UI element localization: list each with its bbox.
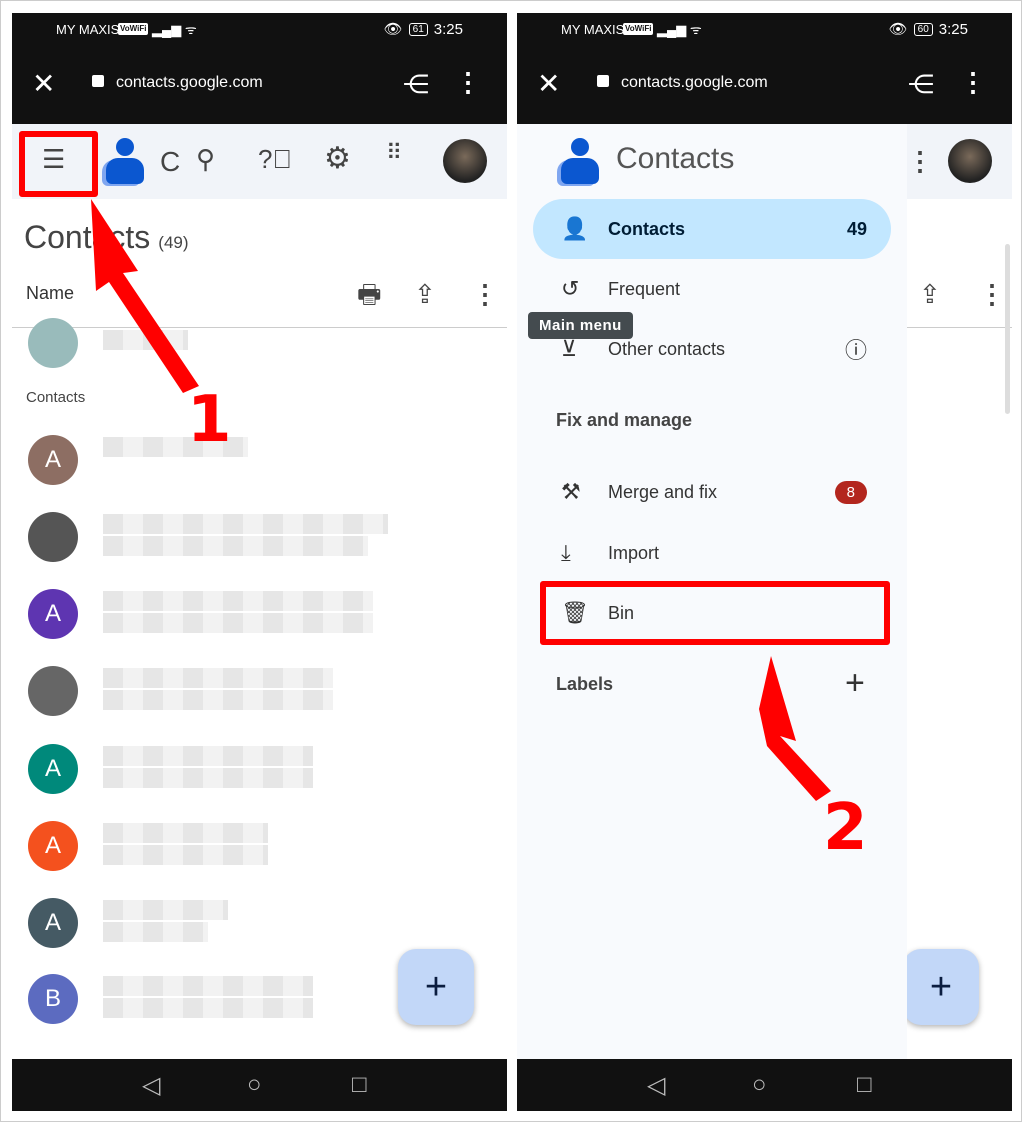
arrow-1 [91, 199, 199, 393]
annotation-arrows [91, 199, 831, 801]
step-number-2: 2 [823, 791, 868, 865]
step-number-1: 1 [187, 383, 232, 457]
arrow-2 [759, 656, 831, 801]
